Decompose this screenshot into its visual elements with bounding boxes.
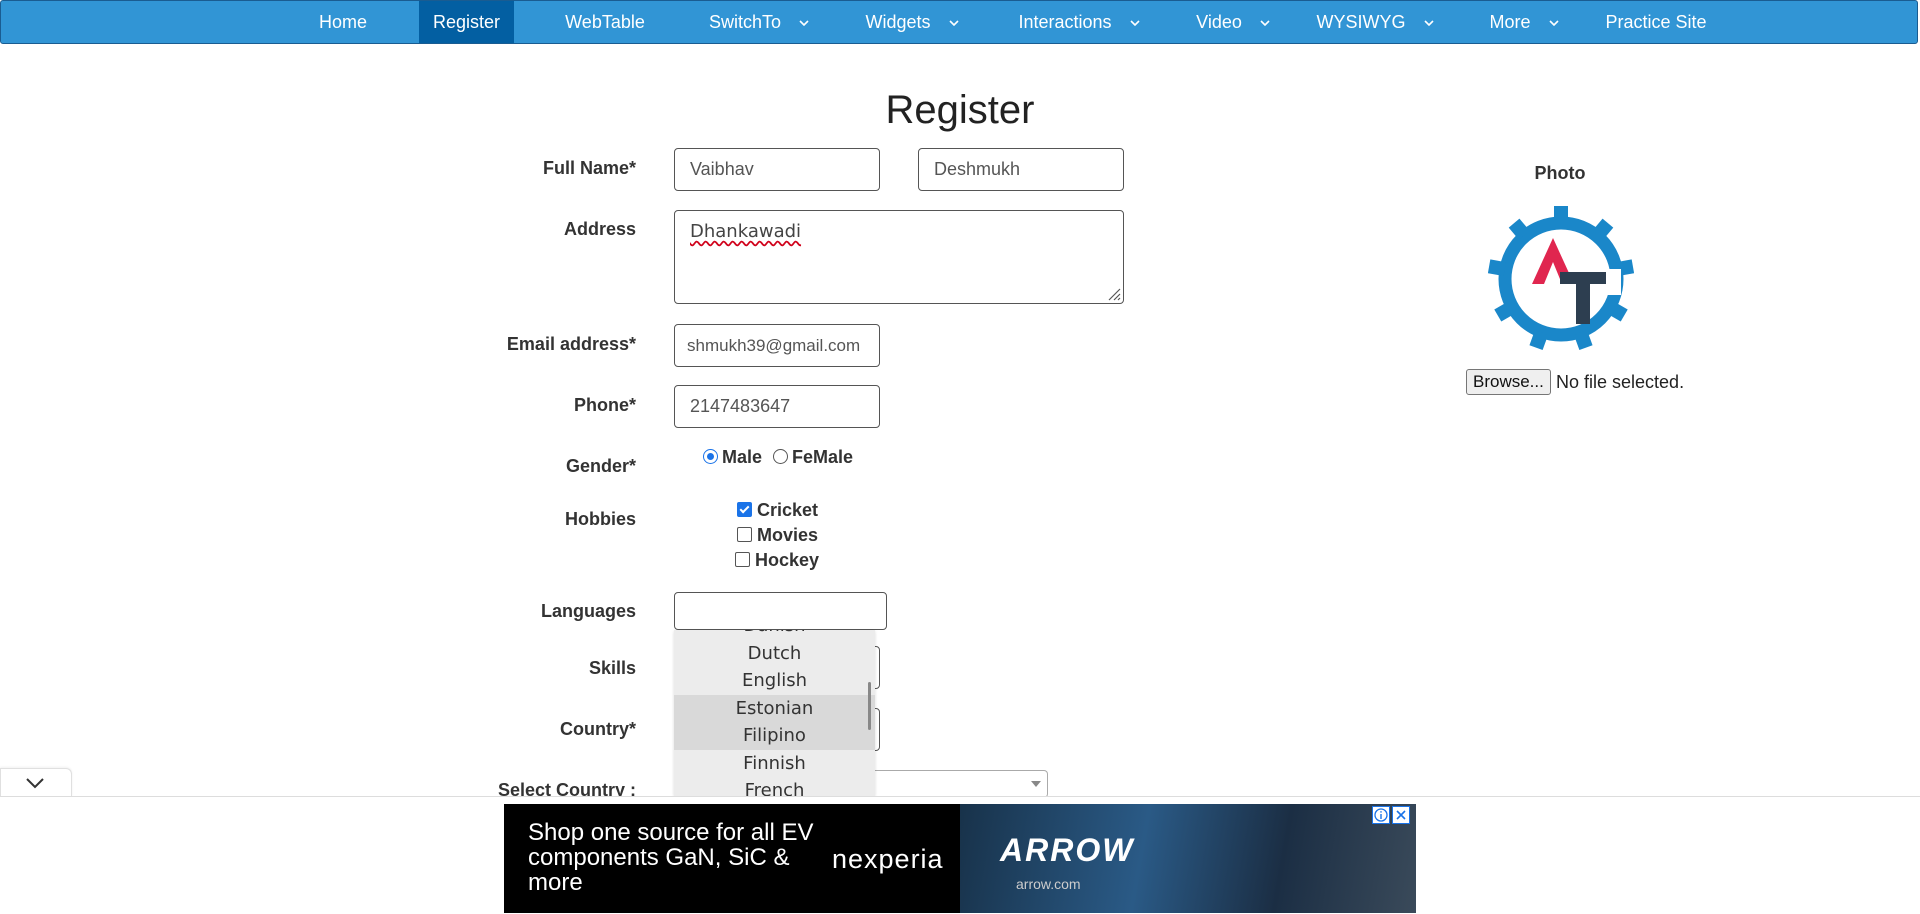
nav-video[interactable]: Video	[1181, 1, 1285, 43]
chevron-down-icon	[1260, 20, 1270, 27]
language-option[interactable]: Dutch	[674, 640, 875, 668]
languages-multiselect[interactable]	[674, 592, 887, 630]
movies-label: Movies	[757, 525, 819, 545]
browse-file-button[interactable]: Browse...	[1466, 369, 1551, 395]
nav-widgets-label: Widgets	[865, 12, 931, 32]
chevron-down-icon	[1423, 20, 1434, 27]
advertisement-banner[interactable]: Shop one source for all EV components Ga…	[504, 804, 1416, 913]
hobbies-label: Hobbies	[564, 509, 636, 529]
ad-info-icon[interactable]	[1372, 806, 1390, 824]
chevron-down-icon	[799, 20, 809, 27]
hockey-checkbox[interactable]	[735, 552, 750, 567]
languages-dropdown-list[interactable]: Danish Dutch English Estonian Filipino F…	[674, 630, 875, 796]
nav-wysiwyg[interactable]: WYSIWYG	[1311, 1, 1439, 43]
gender-radio-group: Male FeMale	[703, 447, 853, 468]
nav-practice-site[interactable]: Practice Site	[1601, 1, 1711, 43]
nav-home-label: Home	[318, 12, 367, 32]
hockey-label: Hockey	[755, 550, 820, 570]
chevron-down-icon	[1548, 20, 1559, 27]
cricket-label: Cricket	[757, 500, 819, 520]
hobby-cricket[interactable]: Cricket	[737, 500, 818, 521]
ad-close-icon[interactable]	[1392, 806, 1410, 824]
gender-label: Gender*	[565, 456, 636, 476]
gender-female-radio[interactable]	[773, 449, 789, 464]
cricket-checkbox[interactable]	[737, 502, 752, 517]
language-option[interactable]: Filipino	[674, 722, 875, 750]
country-label: Country*	[560, 719, 636, 739]
gender-female-label: FeMale	[792, 447, 854, 467]
nav-wysiwyg-label: WYSIWYG	[1316, 12, 1406, 32]
full-name-label: Full Name*	[542, 158, 636, 178]
address-value: Dhankawadi	[690, 221, 802, 242]
ad-headline: Shop one source for all EV components Ga…	[528, 819, 814, 896]
language-option[interactable]: Danish	[674, 630, 875, 640]
nav-video-label: Video	[1196, 12, 1242, 32]
select-country-dropdown[interactable]	[875, 770, 1048, 798]
language-option[interactable]: Finnish	[674, 750, 875, 778]
chevron-down-icon	[948, 20, 959, 27]
hobby-hockey[interactable]: Hockey	[735, 550, 819, 571]
automation-testing-logo	[1488, 206, 1634, 350]
nav-practice-site-label: Practice Site	[1605, 12, 1707, 32]
nav-webtable[interactable]: WebTable	[549, 1, 661, 43]
language-option[interactable]: French	[674, 777, 875, 796]
email-input[interactable]: shmukh39@gmail.com	[674, 324, 880, 367]
ad-brand: nexperia	[832, 844, 944, 874]
file-status: No file selected.	[1556, 372, 1685, 392]
nav-interactions-label: Interactions	[1018, 12, 1112, 32]
chevron-down-icon	[26, 778, 44, 789]
gender-male-radio[interactable]	[703, 449, 718, 464]
collapse-ad-tab[interactable]	[0, 768, 72, 797]
top-navbar: Home Register WebTable SwitchTo Widgets …	[0, 0, 1918, 44]
phone-input[interactable]: 2147483647	[674, 385, 880, 428]
gender-male-label: Male	[722, 447, 763, 467]
nav-more[interactable]: More	[1479, 1, 1569, 43]
language-option[interactable]: English	[674, 667, 875, 695]
nav-switchto[interactable]: SwitchTo	[694, 1, 824, 43]
nav-home[interactable]: Home	[301, 1, 385, 43]
address-label: Address	[563, 219, 636, 239]
phone-label: Phone*	[573, 395, 636, 415]
nav-more-label: More	[1489, 12, 1531, 32]
nav-interactions[interactable]: Interactions	[1004, 1, 1154, 43]
chevron-down-icon	[1031, 781, 1041, 787]
chevron-down-icon	[1129, 20, 1140, 27]
movies-checkbox[interactable]	[737, 527, 752, 542]
dropdown-scrollbar[interactable]	[868, 682, 871, 730]
resize-grip-icon[interactable]	[1105, 285, 1121, 301]
nav-register[interactable]: Register	[419, 1, 514, 43]
ad-image: ARROW arrow.com	[960, 804, 1416, 913]
nav-register-label: Register	[432, 12, 501, 32]
photo-label: Photo	[1534, 163, 1586, 183]
email-label: Email address*	[506, 334, 636, 354]
language-option[interactable]: Estonian	[674, 694, 875, 722]
nav-webtable-label: WebTable	[565, 12, 645, 32]
nav-switchto-label: SwitchTo	[708, 12, 782, 32]
last-name-input[interactable]: Deshmukh	[918, 148, 1124, 191]
page-title: Register	[885, 88, 1035, 132]
ad-partner-logo: ARROW	[1000, 832, 1135, 868]
address-textarea[interactable]: Dhankawadi	[674, 210, 1124, 304]
nav-widgets[interactable]: Widgets	[853, 1, 971, 43]
ad-partner-url: arrow.com	[1016, 876, 1081, 892]
first-name-input[interactable]: Vaibhav	[674, 148, 880, 191]
skills-label: Skills	[588, 658, 636, 678]
languages-label: Languages	[540, 601, 636, 621]
hobby-movies[interactable]: Movies	[737, 525, 818, 546]
